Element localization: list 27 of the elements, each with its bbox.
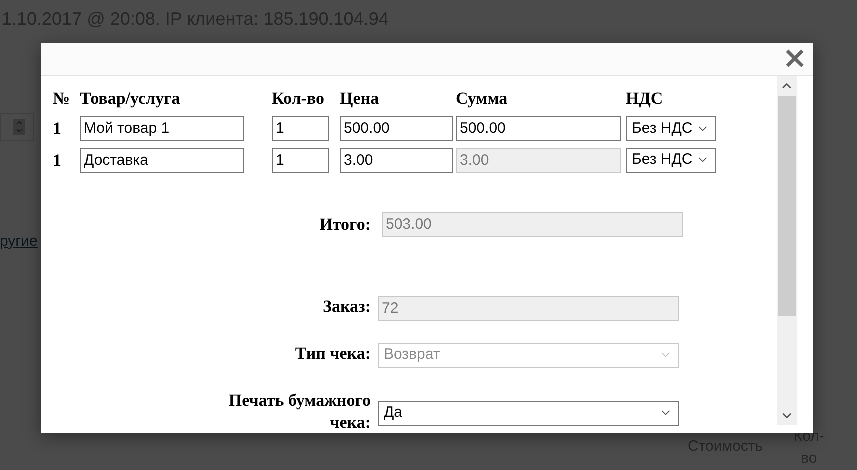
- row-number: 1: [53, 118, 62, 140]
- select-field[interactable]: Да: [378, 400, 679, 426]
- item-input[interactable]: Доставка: [80, 148, 244, 173]
- column-header: Товар/услуга: [80, 88, 182, 110]
- quantity-input[interactable]: 1: [272, 148, 329, 173]
- column-header: Сумма: [456, 88, 509, 110]
- field-label: Тип чека:: [294, 342, 371, 364]
- price-input[interactable]: 500.00: [340, 116, 453, 142]
- item-input[interactable]: Мой товар 1: [80, 116, 244, 142]
- row-number: 1: [53, 150, 62, 172]
- sum-input[interactable]: 500.00: [456, 116, 621, 142]
- select-field[interactable]: Без НДС: [626, 116, 716, 142]
- scrollbar-thumb[interactable]: [778, 96, 796, 316]
- select-field[interactable]: Без НДС: [626, 148, 716, 173]
- column-header: Цена: [340, 88, 380, 110]
- price-input[interactable]: 3.00: [340, 148, 453, 173]
- spinner-icon[interactable]: [13, 119, 25, 135]
- quantity-input[interactable]: 1: [272, 116, 329, 142]
- total-label: Итого:: [318, 214, 371, 236]
- total-input[interactable]: 503.00: [382, 212, 683, 238]
- column-header: Кол-во: [272, 88, 326, 110]
- column-header: №: [53, 88, 72, 110]
- scrollbar[interactable]: [777, 76, 797, 425]
- field-label: Заказ:: [322, 296, 371, 318]
- field-label: Печать бумажного чека:: [228, 390, 371, 433]
- column-header: НДС: [626, 88, 664, 110]
- close-button[interactable]: ×: [785, 48, 805, 70]
